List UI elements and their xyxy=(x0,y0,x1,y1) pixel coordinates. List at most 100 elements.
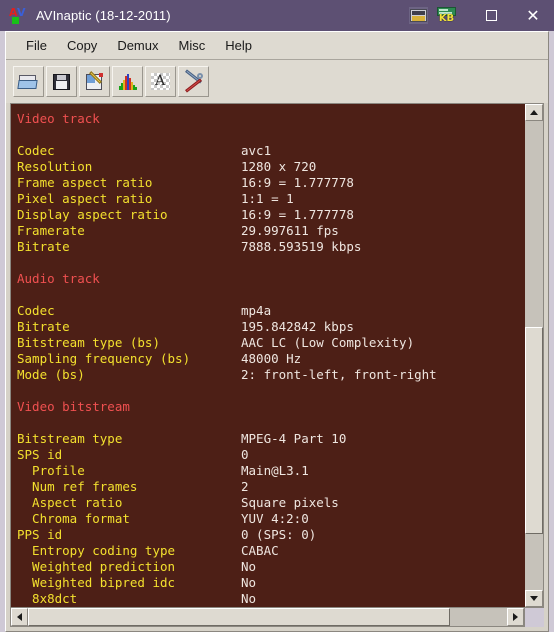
info-value: 48000 Hz xyxy=(241,351,302,366)
info-label: Weighted prediction xyxy=(17,559,176,574)
info-label: Resolution xyxy=(17,159,93,174)
info-value: 1:1 = 1 xyxy=(241,191,294,206)
menu-item-help[interactable]: Help xyxy=(215,35,262,56)
section-header: Video track xyxy=(17,111,100,126)
info-row: Profile Main@L3.1 xyxy=(17,463,525,479)
film-calendar-icon[interactable] xyxy=(409,7,428,24)
avinaptic-logo-icon: AV xyxy=(9,7,27,25)
info-row: Bitrate 195.842842 kbps xyxy=(17,319,525,335)
window-title: AVInaptic (18-12-2011) xyxy=(36,8,171,23)
content-row: Video track Codec avc1 Resolution 1280 x 72… xyxy=(10,103,544,608)
chevron-up-icon xyxy=(530,110,538,115)
info-row: 8x8dct No xyxy=(17,591,525,607)
info-row: Resolution 1280 x 720 xyxy=(17,159,525,175)
scroll-right-button[interactable] xyxy=(507,608,524,626)
menu-bar: File Copy Demux Misc Help xyxy=(6,32,548,60)
info-value: 16:9 = 1.777778 xyxy=(241,175,354,190)
info-label: Weighted bipred idc xyxy=(17,575,176,590)
info-value: AAC LC (Low Complexity) xyxy=(241,335,415,350)
info-row: Bitstream type (bs) AAC LC (Low Complexit… xyxy=(17,335,525,351)
info-label: Frame aspect ratio xyxy=(17,175,153,190)
info-row: Chroma format YUV 4:2:0 xyxy=(17,511,525,527)
info-value: 195.842842 kbps xyxy=(241,319,354,334)
scroll-up-button[interactable] xyxy=(525,104,543,121)
info-row: Weighted bipred idc No xyxy=(17,575,525,591)
application-window: AV AVInaptic (18-12-2011) KB ✕ File Copy… xyxy=(0,0,554,632)
text-view-button[interactable]: A xyxy=(145,66,176,97)
chevron-down-icon xyxy=(530,596,538,601)
info-row: Pixel aspect ratio 1:1 = 1 xyxy=(17,191,525,207)
info-row: Weighted prediction No xyxy=(17,559,525,575)
close-button[interactable]: ✕ xyxy=(512,0,554,31)
info-row: Display aspect ratio 16:9 = 1.777778 xyxy=(17,207,525,223)
info-row: Aspect ratio Square pixels xyxy=(17,495,525,511)
scroll-left-button[interactable] xyxy=(11,608,28,626)
section-header: Video bitstream xyxy=(17,399,130,414)
vertical-scrollbar[interactable] xyxy=(525,103,544,608)
maximize-button[interactable] xyxy=(470,0,512,31)
chevron-left-icon xyxy=(17,613,22,621)
scroll-down-button[interactable] xyxy=(525,590,543,607)
info-value: CABAC xyxy=(241,543,279,558)
open-folder-icon xyxy=(16,72,40,92)
horizontal-scrollbar[interactable] xyxy=(10,608,525,627)
toolbar: A xyxy=(6,60,548,103)
wrench-screwdriver-icon xyxy=(183,68,205,93)
info-value: Square pixels xyxy=(241,495,339,510)
info-label: Pixel aspect ratio xyxy=(17,191,153,206)
info-row: Num ref frames 2 xyxy=(17,479,525,495)
save-button[interactable] xyxy=(46,66,77,97)
menu-item-misc[interactable]: Misc xyxy=(169,35,216,56)
info-label: Sampling frequency (bs) xyxy=(17,351,191,366)
floppy-disk-icon xyxy=(51,72,73,92)
info-label: Bitrate xyxy=(17,319,70,334)
info-label: Num ref frames xyxy=(17,479,138,494)
info-label: 8x8dct xyxy=(17,591,78,606)
menu-item-file[interactable]: File xyxy=(16,35,57,56)
edit-button[interactable] xyxy=(79,66,110,97)
info-label: PPS id xyxy=(17,527,63,542)
info-row: Bitrate 7888.593519 kbps xyxy=(17,239,525,255)
info-row: Framerate 29.997611 fps xyxy=(17,223,525,239)
info-row: SPS id 0 xyxy=(17,447,525,463)
pencil-document-icon xyxy=(84,70,106,92)
info-value: 2: front-left, front-right xyxy=(241,367,437,382)
scrollbar-corner xyxy=(525,608,544,627)
close-icon: ✕ xyxy=(526,5,540,25)
info-label: Codec xyxy=(17,303,55,318)
info-label: Codec xyxy=(17,143,55,158)
info-value: mp4a xyxy=(241,303,272,318)
info-row: Codec avc1 xyxy=(17,143,525,159)
vertical-scroll-thumb[interactable] xyxy=(525,327,543,534)
info-value: 29.997611 fps xyxy=(241,223,339,238)
info-label: Entropy coding type xyxy=(17,543,176,558)
info-value: No xyxy=(241,575,257,590)
horizontal-scroll-track[interactable] xyxy=(28,608,507,626)
info-label: Display aspect ratio xyxy=(17,207,168,222)
section-header: Audio track xyxy=(17,271,100,286)
horizontal-scroll-thumb[interactable] xyxy=(28,608,450,626)
info-label: Bitstream type (bs) xyxy=(17,335,160,350)
statistics-button[interactable] xyxy=(112,66,143,97)
open-file-button[interactable] xyxy=(13,66,44,97)
menu-item-copy[interactable]: Copy xyxy=(57,35,107,56)
histogram-chart-icon xyxy=(117,72,139,92)
info-value: 1280 x 720 xyxy=(241,159,317,174)
info-value: No xyxy=(241,591,257,606)
info-label: Framerate xyxy=(17,223,85,238)
media-info-text-pane[interactable]: Video track Codec avc1 Resolution 1280 x 72… xyxy=(10,103,525,608)
info-row: Entropy coding type CABAC xyxy=(17,543,525,559)
kb-size-icon[interactable]: KB xyxy=(437,7,456,24)
info-value: avc1 xyxy=(241,143,272,158)
info-value: YUV 4:2:0 xyxy=(241,511,309,526)
info-value: 7888.593519 kbps xyxy=(241,239,362,254)
info-row: Sampling frequency (bs) 48000 Hz xyxy=(17,351,525,367)
menu-item-demux[interactable]: Demux xyxy=(107,35,168,56)
vertical-scroll-track[interactable] xyxy=(525,121,543,590)
info-row: Bitstream type MPEG-4 Part 10 xyxy=(17,431,525,447)
preferences-button[interactable] xyxy=(178,66,209,97)
